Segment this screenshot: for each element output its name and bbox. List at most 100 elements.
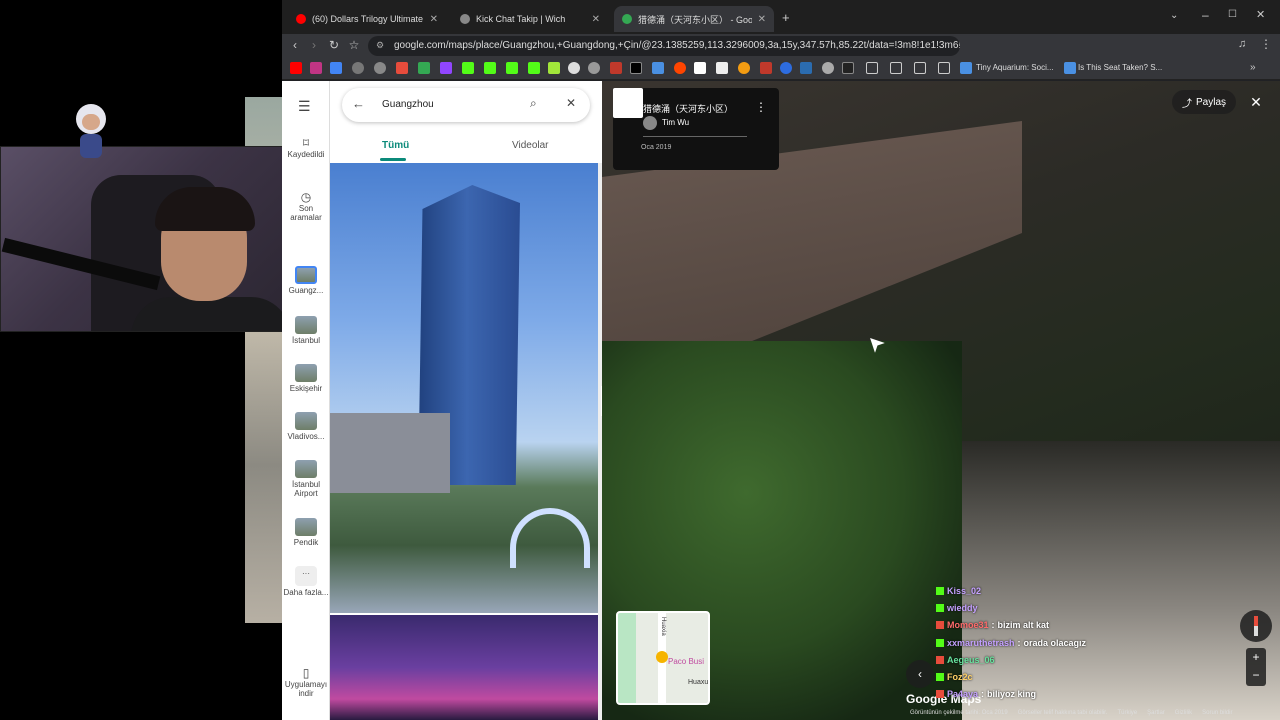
- bookmark-site-icon[interactable]: [352, 62, 364, 74]
- pegman-icon: [656, 651, 668, 663]
- minimize-button[interactable]: –: [1202, 8, 1209, 22]
- tab-all[interactable]: Tümü: [382, 140, 409, 151]
- close-tab-icon[interactable]: ✕: [430, 14, 438, 25]
- rail-saved[interactable]: ⌑ Kaydedildi: [282, 136, 330, 159]
- stream-chat-overlay: Kiss_02 wieddy Momoe31: bizim alt kat xxm…: [936, 582, 1136, 720]
- rail-label: Eskişehir: [289, 384, 323, 393]
- bookmark-p-icon[interactable]: [694, 62, 706, 74]
- bookmark-site-icon[interactable]: [588, 62, 600, 74]
- bookmark-app-icon[interactable]: [610, 62, 622, 74]
- street-label: Huaxia: [660, 617, 666, 636]
- author-name[interactable]: Tim Wu: [662, 118, 689, 127]
- chat-text: orada olacagız: [1023, 637, 1087, 648]
- bookmark-x-icon[interactable]: [630, 62, 642, 74]
- share-button[interactable]: ⤴ Paylaş: [1172, 90, 1236, 114]
- forward-icon[interactable]: ›: [306, 37, 322, 53]
- place-photo-night-city[interactable]: [330, 615, 598, 720]
- rail-get-app[interactable]: ▯ Uygulamayı indir: [282, 666, 330, 698]
- rail-recent-istanbul[interactable]: İstanbul: [282, 316, 330, 345]
- bookmark-folder-icon[interactable]: [890, 62, 902, 74]
- tab-search-icon[interactable]: ⌄: [1170, 10, 1178, 21]
- capture-date-notice: Görüntünün çekilme tarihi: Oca 2019: [910, 710, 1008, 716]
- new-tab-button[interactable]: +: [782, 10, 790, 25]
- bookmark-tiny-aquarium[interactable]: Tiny Aquarium: Soci...: [976, 63, 1054, 72]
- region-link[interactable]: Türkiye: [1117, 710, 1137, 720]
- close-window-button[interactable]: ✕: [1256, 8, 1265, 21]
- bookmark-kick-icon[interactable]: [462, 62, 474, 74]
- bookmark-folder-icon[interactable]: [938, 62, 950, 74]
- privacy-link[interactable]: Gizlilik: [1175, 710, 1192, 720]
- bookmark-app-icon[interactable]: [842, 62, 854, 74]
- clear-search-icon[interactable]: ✕: [566, 96, 576, 110]
- media-icon[interactable]: ♫: [1238, 38, 1246, 50]
- bookmark-app-icon[interactable]: [760, 62, 772, 74]
- search-input[interactable]: Guangzhou: [382, 99, 434, 110]
- bookmark-drive-icon[interactable]: [418, 62, 430, 74]
- search-icon[interactable]: ⌕: [530, 96, 537, 111]
- terms-link[interactable]: Şartlar: [1147, 710, 1165, 720]
- bookmark-kick-icon[interactable]: [528, 62, 540, 74]
- rail-more[interactable]: ··· Daha fazla...: [282, 566, 330, 597]
- menu-icon[interactable]: ⋮: [1260, 37, 1272, 51]
- bookmark-app-icon[interactable]: [548, 62, 560, 74]
- tab-youtube[interactable]: (60) Dollars Trilogy Ultimate Cut ✕: [288, 6, 446, 32]
- rail-label: İstanbul Airport: [291, 480, 321, 498]
- rail-recents[interactable]: ◷ Son aramalar: [282, 190, 330, 222]
- tab-google-maps[interactable]: 猎德涌（天河东小区） - Google ✕: [614, 6, 774, 32]
- rail-recent-vladivostok[interactable]: Vladivos...: [282, 412, 330, 441]
- tab-kick-chat[interactable]: Kick Chat Takip | Wich ✕: [452, 6, 608, 32]
- bookmark-app-icon[interactable]: [716, 62, 728, 74]
- close-street-view-icon[interactable]: ✕: [1244, 90, 1268, 114]
- tab-videos[interactable]: Videolar: [512, 140, 549, 151]
- bookmark-translate-icon[interactable]: [330, 62, 342, 74]
- rail-label: Guangz...: [288, 286, 324, 295]
- maximize-button[interactable]: ☐: [1228, 9, 1237, 20]
- bookmark-anchor-icon[interactable]: [568, 62, 580, 74]
- rail-recent-eskisehir[interactable]: Eskişehir: [282, 364, 330, 393]
- search-box[interactable]: ← Guangzhou ⌕ ✕: [342, 88, 590, 122]
- bookmark-youtube-icon[interactable]: [290, 62, 302, 74]
- rail-recent-istanbul-airport[interactable]: İstanbul Airport: [282, 460, 330, 498]
- bookmark-kick-icon[interactable]: [506, 62, 518, 74]
- bookmark-seat-taken[interactable]: Is This Seat Taken? S...: [1078, 63, 1162, 72]
- bookmark-icon: ⌑: [302, 136, 310, 150]
- hamburger-menu-icon[interactable]: ☰: [298, 98, 311, 115]
- place-photo-tower[interactable]: [330, 163, 598, 613]
- report-problem-link[interactable]: Sorun bildir: [1202, 710, 1232, 720]
- bookmark-app-icon[interactable]: [652, 62, 664, 74]
- zoom-out-button[interactable]: −: [1246, 667, 1266, 686]
- rail-label: Vladivos...: [287, 432, 325, 441]
- address-bar[interactable]: google.com/maps/place/Guangzhou,+Guangdo…: [368, 36, 960, 56]
- bookmark-globe-icon[interactable]: [374, 62, 386, 74]
- more-bookmarks-icon[interactable]: »: [1250, 62, 1256, 73]
- bookmark-folder-icon[interactable]: [914, 62, 926, 74]
- reload-icon[interactable]: ↻: [326, 37, 342, 53]
- share-icon: ⤴: [1181, 98, 1192, 110]
- bookmark-icon[interactable]: ☆: [346, 37, 362, 53]
- close-tab-icon[interactable]: ✕: [592, 14, 600, 25]
- bookmark-app-icon[interactable]: [780, 62, 792, 74]
- rail-recent-pendik[interactable]: Pendik: [282, 518, 330, 547]
- mini-map[interactable]: Huaxia Paco Busi Huaxu: [616, 611, 710, 705]
- bookmark-folder-icon[interactable]: [866, 62, 878, 74]
- compass-icon[interactable]: [1240, 610, 1272, 642]
- bookmark-instagram-icon[interactable]: [310, 62, 322, 74]
- rail-recent-guangzhou[interactable]: Guangz...: [282, 266, 330, 295]
- zoom-in-button[interactable]: +: [1246, 648, 1266, 667]
- bookmark-twitch-icon[interactable]: [440, 62, 452, 74]
- back-icon[interactable]: ‹: [287, 37, 303, 53]
- bookmark-check-icon[interactable]: [960, 62, 972, 74]
- close-tab-icon[interactable]: ✕: [758, 14, 766, 25]
- bookmark-reddit-icon[interactable]: [674, 62, 686, 74]
- bookmark-globe-icon[interactable]: [822, 62, 834, 74]
- more-options-icon[interactable]: ⋮: [755, 100, 767, 114]
- back-arrow-icon[interactable]: ←: [352, 96, 365, 111]
- site-info-icon[interactable]: ⚙: [376, 40, 384, 51]
- bookmark-check-icon[interactable]: [1064, 62, 1076, 74]
- bookmark-bitcoin-icon[interactable]: [738, 62, 750, 74]
- keyboard-icon[interactable]: [613, 88, 643, 118]
- bookmark-kick-icon[interactable]: [484, 62, 496, 74]
- bookmark-app-icon[interactable]: [396, 62, 408, 74]
- previous-image-button[interactable]: ‹: [906, 660, 934, 688]
- bookmark-app-icon[interactable]: [800, 62, 812, 74]
